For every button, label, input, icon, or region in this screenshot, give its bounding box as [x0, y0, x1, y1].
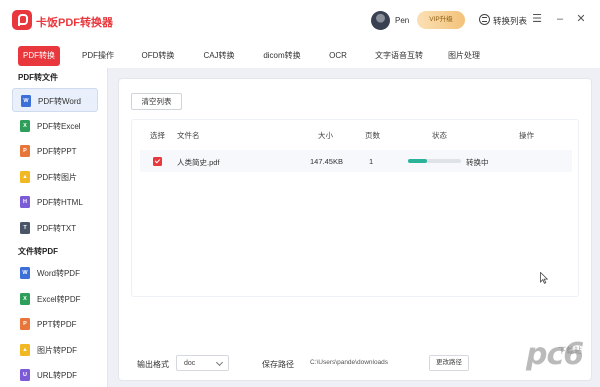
- convert-list-icon[interactable]: [479, 14, 490, 25]
- watermark-subtext: 下载站: [558, 346, 582, 355]
- ppt-file-icon: P: [20, 318, 30, 330]
- tab-ofd-convert[interactable]: OFD转换: [136, 46, 180, 66]
- sidebar: PDF转文件 W PDF转Word X PDF转Excel P PDF转PPT …: [0, 68, 108, 387]
- section-title-file-to-pdf: 文件转PDF: [18, 247, 58, 256]
- save-path-value[interactable]: C:\Users\pande\downloads: [310, 359, 388, 366]
- column-header-status: 状态: [432, 131, 447, 140]
- column-header-size: 大小: [318, 131, 333, 140]
- tab-dicom-convert[interactable]: dicom转换: [256, 46, 308, 66]
- sidebar-item-label: PDF转HTML: [37, 198, 83, 207]
- output-format-value: doc: [184, 360, 196, 367]
- app-logo-icon: [12, 10, 32, 30]
- change-path-button[interactable]: 更改路径: [429, 355, 469, 371]
- tab-ocr[interactable]: OCR: [322, 46, 354, 66]
- url-file-icon: U: [20, 369, 30, 381]
- app-title: 卡饭PDF转换器: [36, 17, 113, 29]
- menu-icon[interactable]: ☰: [530, 12, 544, 26]
- tab-text-speech[interactable]: 文字语音互转: [370, 46, 428, 66]
- sidebar-item-label: Excel转PDF: [37, 295, 81, 304]
- sidebar-item-pdf-to-txt[interactable]: T PDF转TXT: [12, 216, 98, 240]
- sidebar-item-pdf-to-image[interactable]: ▲ PDF转图片: [12, 165, 98, 189]
- tab-pdf-convert[interactable]: PDF转换: [18, 46, 60, 66]
- sidebar-item-ppt-to-pdf[interactable]: P PPT转PDF: [12, 312, 98, 336]
- word-file-icon: W: [21, 95, 31, 107]
- excel-file-icon: X: [20, 293, 30, 305]
- column-header-select: 选择: [150, 131, 165, 140]
- sidebar-item-pdf-to-ppt[interactable]: P PDF转PPT: [12, 139, 98, 163]
- sidebar-item-label: PPT转PDF: [37, 320, 77, 329]
- file-status: 转换中: [466, 158, 489, 167]
- file-table: 选择 文件名 大小 页数 状态 操作 人类简史.pdf 147.45KB 1 转…: [131, 119, 579, 297]
- sidebar-item-word-to-pdf[interactable]: W Word转PDF: [12, 261, 98, 285]
- output-format-label: 输出格式: [137, 360, 169, 369]
- user-name[interactable]: Pen: [395, 16, 409, 25]
- category-tabs: PDF转换 PDF操作 OFD转换 CAJ转换 dicom转换 OCR 文字语音…: [0, 46, 600, 68]
- tab-pdf-ops[interactable]: PDF操作: [76, 46, 120, 66]
- sidebar-item-label: PDF转Excel: [37, 122, 81, 131]
- chevron-down-icon: [215, 358, 224, 367]
- tab-caj-convert[interactable]: CAJ转换: [196, 46, 242, 66]
- sidebar-item-label: PDF转Word: [38, 97, 81, 106]
- txt-file-icon: T: [20, 222, 30, 234]
- sidebar-item-pdf-to-excel[interactable]: X PDF转Excel: [12, 114, 98, 138]
- tab-image-process[interactable]: 图片处理: [442, 46, 486, 66]
- sidebar-item-label: URL转PDF: [37, 371, 78, 380]
- sidebar-item-excel-to-pdf[interactable]: X Excel转PDF: [12, 287, 98, 311]
- vip-upgrade-button[interactable]: VIP升级: [417, 11, 465, 29]
- file-pages: 1: [369, 157, 374, 166]
- html-file-icon: H: [20, 196, 30, 208]
- table-row[interactable]: 人类简史.pdf 147.45KB 1 转换中: [140, 150, 572, 172]
- file-name: 人类简史.pdf: [177, 158, 220, 167]
- watermark: pc6 下载站: [518, 333, 600, 387]
- excel-file-icon: X: [20, 120, 30, 132]
- output-format-select[interactable]: doc: [176, 355, 229, 371]
- sidebar-item-pdf-to-html[interactable]: H PDF转HTML: [12, 190, 98, 214]
- progress-fill: [408, 159, 427, 163]
- sidebar-item-pdf-to-word[interactable]: W PDF转Word: [12, 88, 98, 112]
- close-icon[interactable]: ✕: [574, 12, 588, 26]
- save-path-label: 保存路径: [262, 360, 294, 369]
- sidebar-item-label: PDF转图片: [37, 173, 77, 182]
- avatar[interactable]: [371, 11, 390, 30]
- sidebar-item-label: 图片转PDF: [37, 346, 77, 355]
- sidebar-item-label: PDF转PPT: [37, 147, 77, 156]
- word-file-icon: W: [20, 267, 30, 279]
- column-header-action: 操作: [519, 131, 534, 140]
- section-title-pdf-to-file: PDF转文件: [18, 73, 58, 82]
- sidebar-item-image-to-pdf[interactable]: ▲ 图片转PDF: [12, 338, 98, 362]
- mouse-cursor-icon: [540, 272, 548, 284]
- image-file-icon: ▲: [20, 171, 30, 183]
- image-file-icon: ▲: [20, 344, 30, 356]
- progress-bar: [408, 159, 461, 163]
- sidebar-item-label: Word转PDF: [37, 269, 80, 278]
- column-header-filename: 文件名: [177, 131, 200, 140]
- column-header-pages: 页数: [365, 131, 380, 140]
- sidebar-item-label: PDF转TXT: [37, 224, 77, 233]
- row-checkbox[interactable]: [153, 157, 162, 166]
- file-size: 147.45KB: [310, 157, 343, 166]
- minimize-icon[interactable]: –: [553, 12, 567, 26]
- title-bar: 卡饭PDF转换器 Pen VIP升级 转换列表 ☰ – ✕: [0, 0, 600, 42]
- sidebar-item-url-to-pdf[interactable]: U URL转PDF: [12, 363, 98, 387]
- convert-list-button[interactable]: 转换列表: [493, 15, 527, 27]
- ppt-file-icon: P: [20, 145, 30, 157]
- clear-list-button[interactable]: 清空列表: [131, 93, 182, 110]
